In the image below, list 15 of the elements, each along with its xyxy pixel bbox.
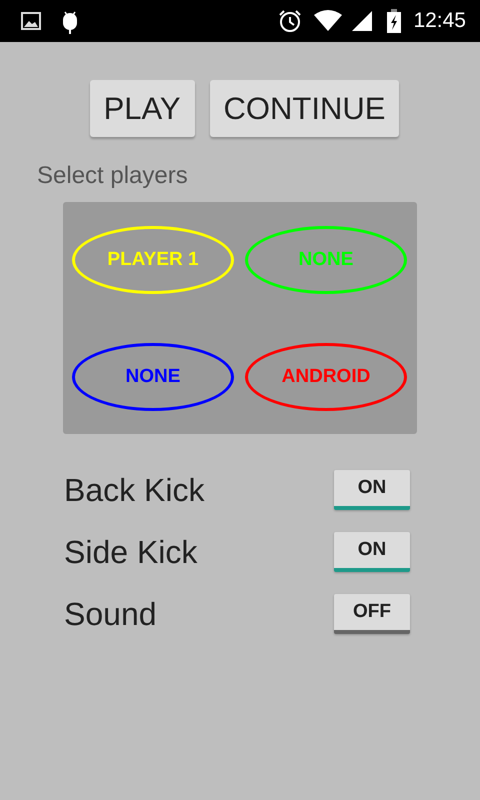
- image-icon: [20, 10, 42, 32]
- continue-button[interactable]: CONTINUE: [210, 80, 400, 137]
- toggle-button[interactable]: ON: [334, 470, 410, 510]
- toggle-button[interactable]: ON: [334, 532, 410, 572]
- clock-time: 12:45: [413, 9, 466, 33]
- setting-label: Side Kick: [64, 534, 198, 570]
- wifi-icon: [313, 10, 344, 32]
- section-label: Select players: [37, 162, 189, 190]
- play-button[interactable]: PLAY: [90, 80, 195, 137]
- battery-icon: [387, 9, 402, 33]
- setting-label: Sound: [64, 596, 157, 632]
- alarm-icon: [277, 8, 304, 34]
- setting-label: Back Kick: [64, 472, 204, 508]
- toggle-button[interactable]: OFF: [334, 594, 410, 634]
- signal-icon: [351, 10, 374, 32]
